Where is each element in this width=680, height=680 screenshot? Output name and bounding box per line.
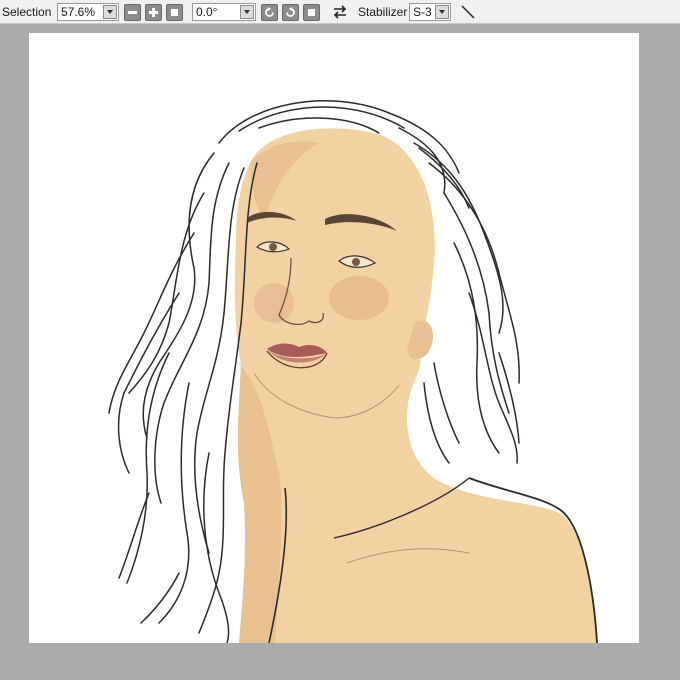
zoom-reset-button[interactable] [166, 4, 183, 21]
toolbar: Selection 57.6% 0.0° Stabilizer S-3 [0, 0, 680, 24]
rotate-right-button[interactable] [282, 4, 299, 21]
zoom-field[interactable]: 57.6% [57, 3, 119, 21]
square-icon [308, 9, 315, 16]
stabilizer-field[interactable]: S-3 [409, 3, 451, 21]
diagonal-line-icon [461, 5, 475, 19]
chevron-down-icon[interactable] [435, 5, 449, 19]
selection-label: Selection [2, 5, 52, 19]
rotate-reset-button[interactable] [303, 4, 320, 21]
flip-horizontal-button[interactable] [331, 3, 349, 21]
chevron-down-icon[interactable] [240, 5, 254, 19]
angle-field[interactable]: 0.0° [192, 3, 256, 21]
artwork [108, 100, 598, 643]
stabilizer-value: S-3 [413, 5, 432, 19]
angle-value: 0.0° [196, 5, 218, 19]
zoom-in-button[interactable] [145, 4, 162, 21]
rotate-ccw-icon [265, 7, 274, 17]
drawing-canvas[interactable] [29, 33, 639, 643]
zoom-value: 57.6% [61, 5, 96, 19]
canvas-workspace[interactable] [0, 25, 680, 680]
plus-icon [149, 8, 158, 17]
square-icon [171, 9, 178, 16]
chevron-down-icon[interactable] [103, 5, 117, 19]
zoom-out-button[interactable] [124, 4, 141, 21]
stabilizer-label: Stabilizer [358, 5, 408, 19]
rotate-left-button[interactable] [261, 4, 278, 21]
pen-line-button[interactable] [458, 3, 478, 21]
rotate-cw-icon [286, 7, 295, 17]
flip-horizontal-icon [333, 5, 347, 19]
minus-icon [128, 11, 137, 14]
